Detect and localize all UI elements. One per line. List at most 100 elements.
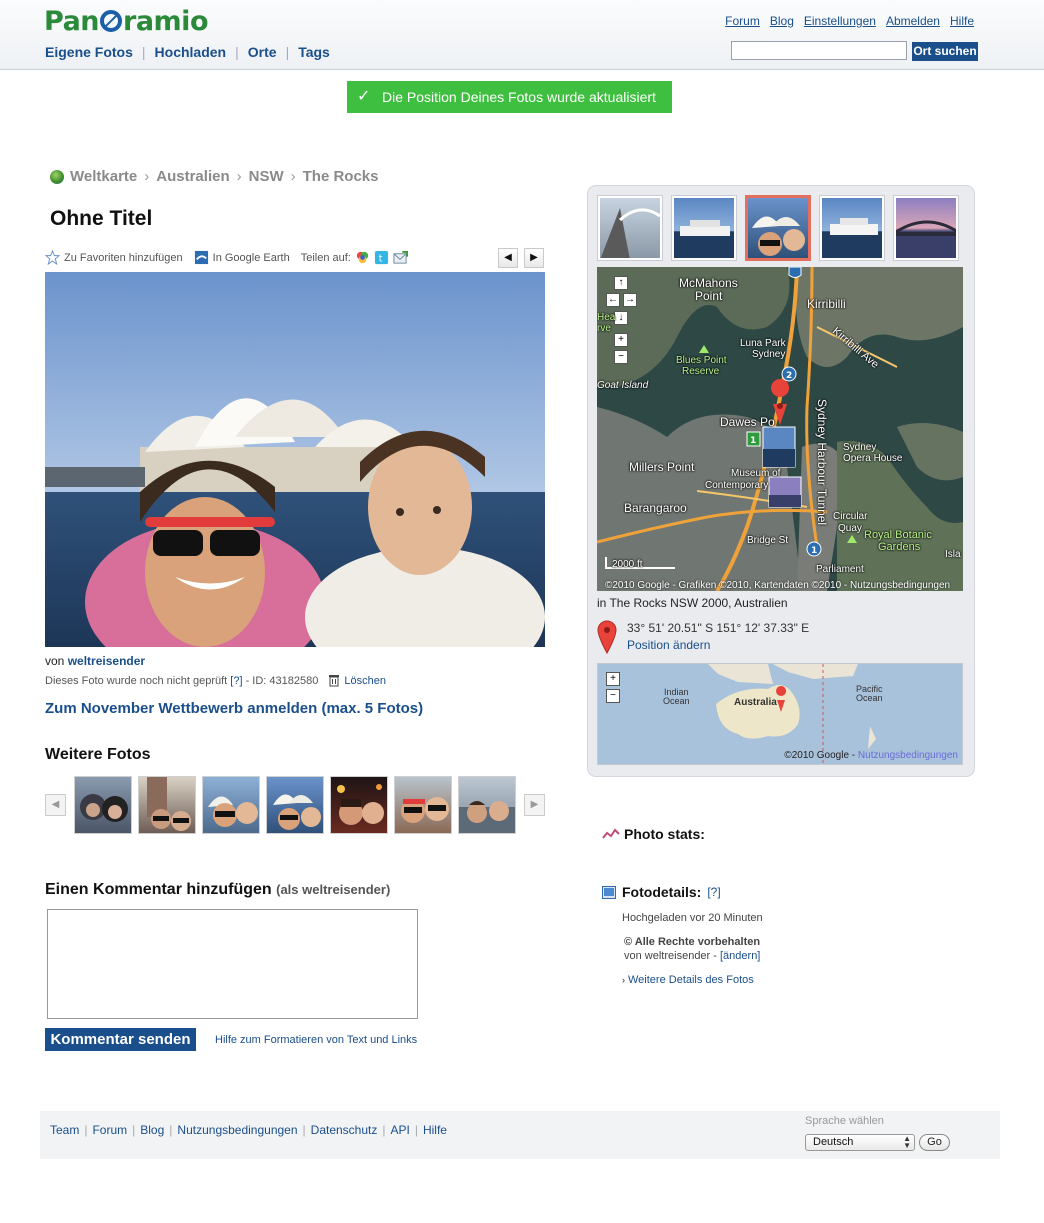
nav-tags[interactable]: Tags xyxy=(298,44,330,60)
details-help-link[interactable]: [?] xyxy=(707,885,720,899)
more-photo-thumb[interactable] xyxy=(330,776,388,834)
google-earth-button[interactable]: In Google Earth xyxy=(194,250,290,265)
overview-copyright-text: ©2010 Google - xyxy=(784,750,858,761)
more-photo-thumb[interactable] xyxy=(202,776,260,834)
map-pan-right-button[interactable]: → xyxy=(623,293,637,307)
stats-chart-icon xyxy=(602,828,620,839)
main-photo[interactable] xyxy=(45,272,545,647)
link-forum[interactable]: Forum xyxy=(725,14,760,28)
breadcrumb-the-rocks[interactable]: The Rocks xyxy=(303,168,379,185)
overview-map-copyright: ©2010 Google - Nutzungsbedingungen xyxy=(784,750,958,761)
nav-hochladen[interactable]: Hochladen xyxy=(155,44,227,60)
twitter-icon[interactable]: t xyxy=(374,250,389,265)
top-links: Forum Blog Einstellungen Abmelden Hilfe xyxy=(725,14,974,28)
send-comment-button[interactable]: Kommentar senden xyxy=(45,1028,196,1051)
footer-link-forum[interactable]: Forum xyxy=(92,1123,127,1137)
nav-separator: | xyxy=(141,44,146,60)
breadcrumb-weltkarte[interactable]: Weltkarte xyxy=(70,168,137,185)
link-abmelden[interactable]: Abmelden xyxy=(886,14,940,28)
more-photo-thumb[interactable] xyxy=(138,776,196,834)
byline-prefix: von xyxy=(45,654,65,668)
link-blog[interactable]: Blog xyxy=(770,14,794,28)
change-position-link[interactable]: Position ändern xyxy=(627,638,710,652)
footer-link-blog[interactable]: Blog xyxy=(140,1123,164,1137)
map-label: Hea xyxy=(597,312,616,323)
review-help-link[interactable]: [?] xyxy=(230,675,242,687)
place-search-button[interactable]: Ort suchen xyxy=(912,42,978,61)
more-photo-thumb[interactable] xyxy=(394,776,452,834)
nearby-photo-thumb[interactable] xyxy=(819,195,885,261)
overview-label-pacific-2: Ocean xyxy=(856,693,883,703)
map-pan-down-button[interactable]: ↓ xyxy=(614,311,628,325)
nearby-photo-thumb[interactable] xyxy=(597,195,663,261)
nav-orte[interactable]: Orte xyxy=(248,44,277,60)
footer-link-terms[interactable]: Nutzungsbedingungen xyxy=(177,1123,297,1137)
comment-textarea[interactable] xyxy=(47,909,418,1019)
contest-signup-link[interactable]: Zum November Wettbewerb anmelden (max. 5… xyxy=(45,700,423,717)
header: Pan ramio Eigene Fotos | Hochladen | Orte… xyxy=(0,0,1044,70)
nearby-photo-thumb[interactable] xyxy=(671,195,737,261)
photo-stats-title: Photo stats: xyxy=(624,826,705,842)
thumbs-next-button[interactable]: ▶ xyxy=(524,794,545,816)
map-pan-left-button[interactable]: ← xyxy=(606,293,620,307)
logo-text-left: Pan xyxy=(44,6,100,37)
previous-photo-button[interactable]: ◀ xyxy=(498,248,518,268)
google-buzz-icon[interactable] xyxy=(355,250,370,265)
svg-text:t: t xyxy=(379,253,383,264)
map-pan-up-button[interactable]: ↑ xyxy=(614,276,628,290)
link-einstellungen[interactable]: Einstellungen xyxy=(804,14,876,28)
language-go-button[interactable]: Go xyxy=(919,1134,950,1151)
map-zoom-out-button[interactable]: − xyxy=(614,350,628,364)
footer-link-team[interactable]: Team xyxy=(50,1123,79,1137)
map-label: Bridge St xyxy=(747,535,789,546)
nearby-photo-thumb[interactable] xyxy=(893,195,959,261)
overview-zoom-out-button[interactable]: − xyxy=(606,689,620,703)
map-scale-label: 2000 ft xyxy=(612,559,643,570)
overview-label-pacific: Pacific Ocean xyxy=(856,685,883,703)
language-select-value: Deutsch xyxy=(813,1136,854,1148)
footer-link-privacy[interactable]: Datenschutz xyxy=(311,1123,378,1137)
format-help-link[interactable]: Hilfe zum Formatieren von Text und Links xyxy=(215,1034,417,1046)
satellite-map[interactable]: 2 1 1 ↑ ← → ↓ + − McMahons Point Kirribi… xyxy=(597,267,963,591)
rights-owner-text: von weltreisender - xyxy=(624,950,720,962)
link-hilfe[interactable]: Hilfe xyxy=(950,14,974,28)
footer-link-api[interactable]: API xyxy=(390,1123,409,1137)
thumb-drawing xyxy=(680,220,730,236)
more-details-link[interactable]: › Weitere Details des Fotos xyxy=(622,974,754,986)
footer-links: Team | Forum | Blog | Nutzungsbedingunge… xyxy=(50,1123,447,1137)
photo-title[interactable]: Ohne Titel xyxy=(50,207,152,231)
breadcrumb-separator: › xyxy=(236,168,242,185)
breadcrumb-australien[interactable]: Australien xyxy=(156,168,229,185)
uploaded-text: Hochgeladen vor 20 Minuten xyxy=(622,912,763,924)
delete-photo-link[interactable]: Löschen xyxy=(344,675,386,687)
map-label: Millers Point xyxy=(629,460,695,474)
map-zoom-in-button[interactable]: + xyxy=(614,333,628,347)
thumb-drawing xyxy=(752,216,805,256)
more-photo-thumb[interactable] xyxy=(74,776,132,834)
more-photo-thumb[interactable] xyxy=(458,776,516,834)
rights-owner-line: von weltreisender - [ändern] xyxy=(624,950,760,962)
email-share-icon[interactable] xyxy=(393,250,408,265)
add-favorite-button[interactable]: Zu Favoriten hinzufügen xyxy=(45,250,183,265)
overview-zoom-in-button[interactable]: + xyxy=(606,672,620,686)
overview-terms-link[interactable]: Nutzungsbedingungen xyxy=(858,750,958,761)
more-photo-thumb[interactable] xyxy=(266,776,324,834)
footer-separator: | xyxy=(382,1123,386,1137)
nav-eigene-fotos[interactable]: Eigene Fotos xyxy=(45,44,133,60)
breadcrumb-nsw[interactable]: NSW xyxy=(249,168,284,185)
success-notice: ✓ Die Position Deines Fotos wurde aktual… xyxy=(347,81,672,113)
language-select[interactable]: Deutsch ▲ ▼ xyxy=(805,1134,915,1151)
coordinates-text: 33° 51' 20.51" S 151° 12' 37.33" E xyxy=(627,621,810,635)
panoramio-logo[interactable]: Pan ramio xyxy=(44,6,208,37)
footer-link-help[interactable]: Hilfe xyxy=(423,1123,447,1137)
google-earth-icon xyxy=(194,250,208,265)
nearby-photo-thumb-active[interactable] xyxy=(745,195,811,261)
place-search-input[interactable] xyxy=(731,41,907,60)
change-rights-link[interactable]: [ändern] xyxy=(720,950,760,962)
next-photo-button[interactable]: ▶ xyxy=(524,248,544,268)
thumbs-prev-button[interactable]: ◀ xyxy=(45,794,66,816)
google-earth-label: In Google Earth xyxy=(212,251,290,264)
overview-map[interactable]: + − Indian Ocean Australia Pacific Ocean ©… xyxy=(597,663,963,765)
breadcrumb-separator: › xyxy=(290,168,296,185)
author-link[interactable]: weltreisender xyxy=(68,654,145,668)
